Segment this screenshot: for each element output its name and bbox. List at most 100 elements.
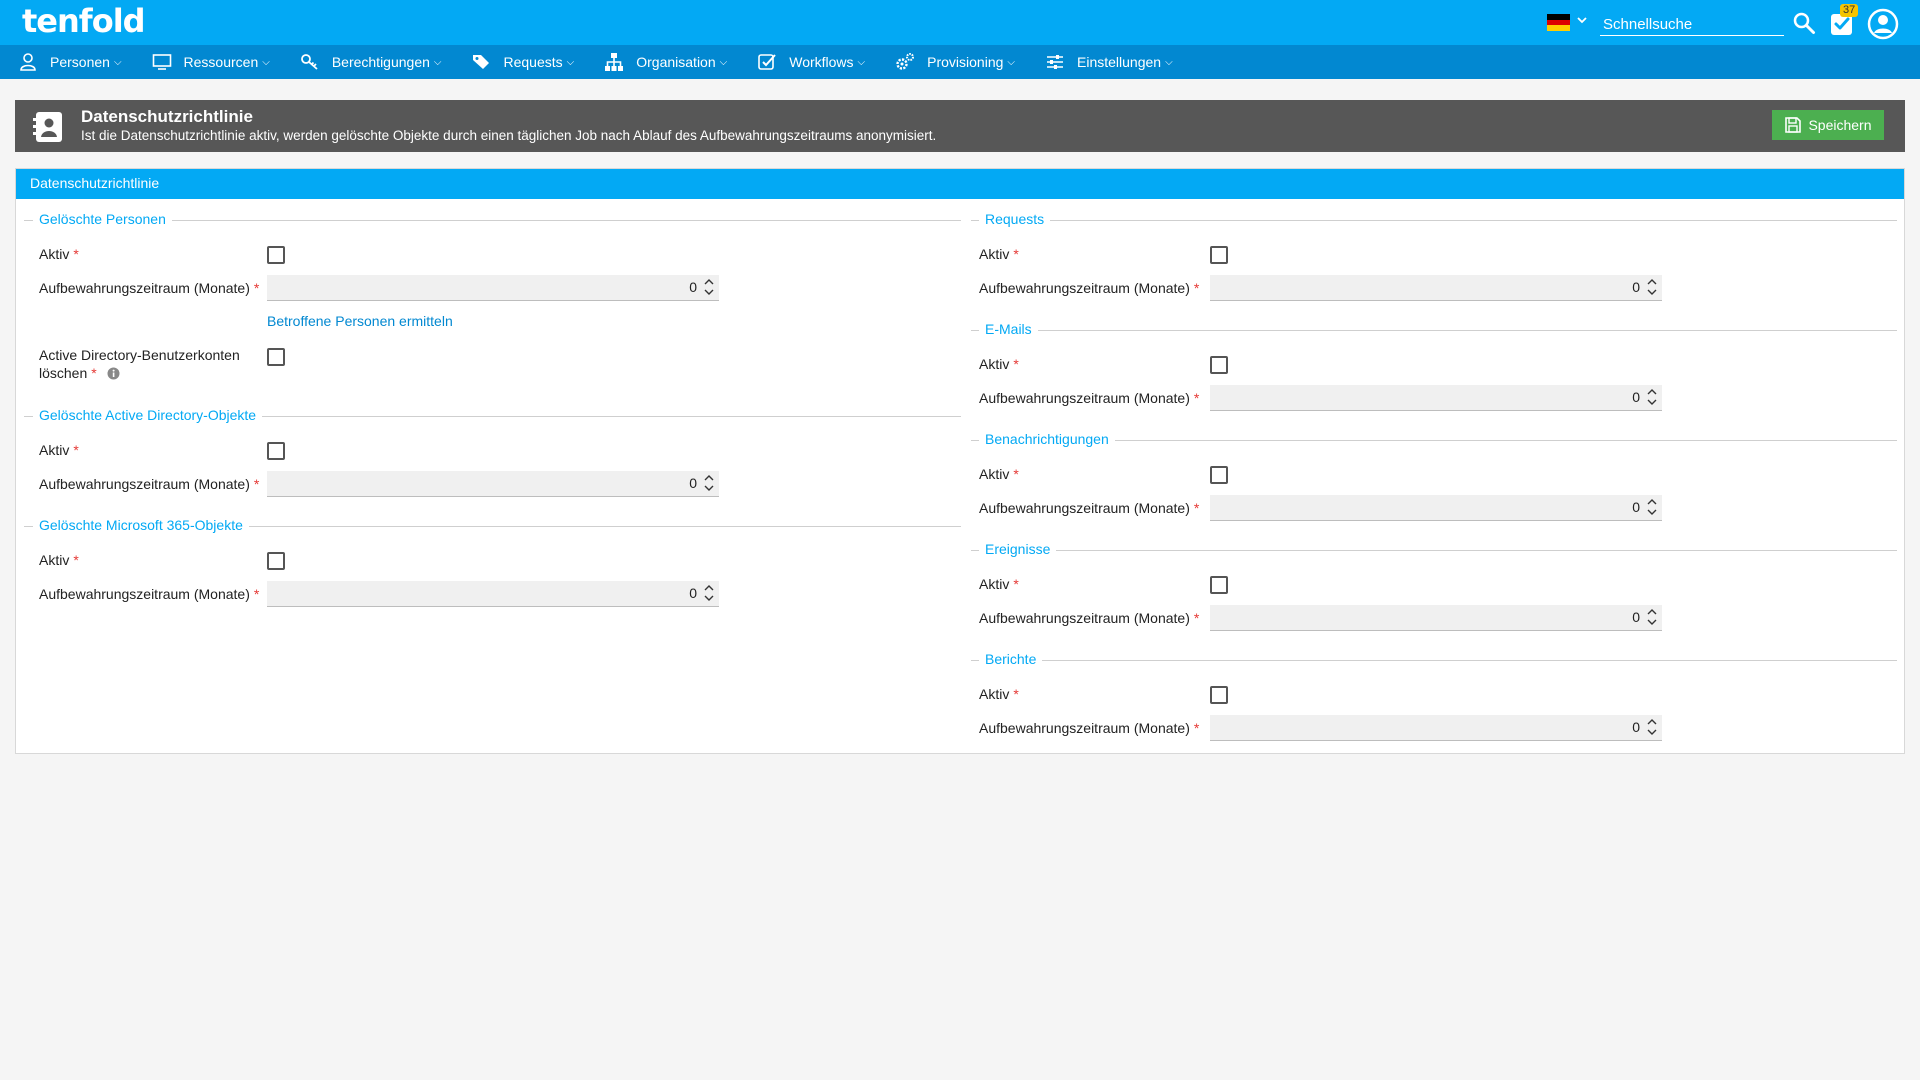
quick-search-input[interactable] [1600, 14, 1784, 36]
nav-item-label: Berechtigungen [331, 54, 430, 70]
nav-item-einstellungen[interactable]: Einstellungen ⌵ [1045, 52, 1173, 72]
chevron-down-icon: ⌵ [262, 56, 270, 68]
nav-item-label: Personen [50, 54, 110, 70]
requests-active-label: Aktiv * [979, 246, 1019, 262]
key-icon [300, 54, 318, 70]
nav-item-organisation[interactable]: Organisation ⌵ [604, 52, 727, 72]
privacy-policy-form: Datenschutzrichtlinie Gelöschte Personen… [15, 168, 1905, 754]
org-chart-icon [605, 53, 624, 71]
section-title-deleted-m365: Gelöschte Microsoft 365-Objekte [33, 517, 249, 533]
nav-item-label: Provisioning [927, 54, 1004, 70]
section-divider [971, 330, 1897, 331]
spinner-arrows-icon[interactable] [1645, 386, 1659, 408]
save-icon [1785, 117, 1802, 133]
search-icon[interactable] [1792, 11, 1816, 35]
info-icon[interactable] [107, 367, 120, 380]
events-active-checkbox[interactable] [1210, 576, 1228, 594]
section-title-notifications: Benachrichtigungen [979, 431, 1115, 447]
spinner-arrows-icon[interactable] [1645, 276, 1659, 298]
chevron-down-icon: ⌵ [1007, 56, 1015, 68]
nav-item-requests[interactable]: Requests ⌵ [472, 52, 575, 72]
ad-delete-label: Active Directory-Benutzerkonten löschen * [39, 347, 240, 381]
main-navigation: Personen ⌵ Ressourcen ⌵ Berechtigungen ⌵… [0, 45, 1920, 79]
nav-item-workflows[interactable]: Workflows ⌵ [757, 52, 865, 72]
ad-retention-input[interactable]: 0 [267, 471, 719, 497]
save-button[interactable]: Speichern [1772, 110, 1884, 140]
ad-active-checkbox[interactable] [267, 442, 285, 460]
notifications-active-checkbox[interactable] [1210, 466, 1228, 484]
spinner-arrows-icon[interactable] [1645, 716, 1659, 738]
spinner-arrows-icon[interactable] [702, 276, 716, 298]
nav-item-provisioning[interactable]: Provisioning ⌵ [895, 52, 1015, 72]
nav-item-berechtigungen[interactable]: Berechtigungen ⌵ [300, 52, 442, 72]
emails-active-checkbox[interactable] [1210, 356, 1228, 374]
chevron-down-icon: ⌵ [566, 56, 575, 68]
chevron-down-icon: ⌵ [433, 56, 442, 68]
gears-icon [896, 53, 915, 70]
section-divider [971, 220, 1897, 221]
spinner-arrows-icon[interactable] [1645, 606, 1659, 628]
requests-retention-value: 0 [1632, 279, 1640, 295]
person-icon [20, 53, 36, 71]
spinner-arrows-icon[interactable] [1645, 496, 1659, 518]
section-title-deleted-persons: Gelöschte Personen [33, 211, 172, 227]
m365-retention-input[interactable]: 0 [267, 581, 719, 607]
spinner-arrows-icon[interactable] [702, 582, 716, 604]
ad-retention-value: 0 [689, 475, 697, 491]
persons-active-checkbox[interactable] [267, 246, 285, 264]
user-account-icon[interactable] [1867, 8, 1899, 40]
requests-retention-input[interactable]: 0 [1210, 275, 1662, 301]
nav-item-label: Organisation [636, 54, 716, 70]
events-retention-input[interactable]: 0 [1210, 605, 1662, 631]
affected-persons-link[interactable]: Betroffene Personen ermitteln [267, 313, 453, 329]
emails-active-label: Aktiv * [979, 356, 1019, 372]
notifications-retention-label: Aufbewahrungszeitraum (Monate) * [979, 500, 1200, 516]
emails-retention-input[interactable]: 0 [1210, 385, 1662, 411]
emails-retention-label: Aufbewahrungszeitraum (Monate) * [979, 390, 1200, 406]
persons-retention-input[interactable]: 0 [267, 275, 719, 301]
notifications-active-label: Aktiv * [979, 466, 1019, 482]
page-header: Datenschutzrichtlinie Ist die Datenschut… [15, 100, 1905, 152]
page-title: Datenschutzrichtlinie [81, 107, 253, 126]
privacy-policy-icon [33, 112, 62, 142]
nav-item-label: Workflows [789, 54, 854, 70]
nav-item-ressourcen[interactable]: Ressourcen ⌵ [152, 52, 270, 72]
persons-active-label: Aktiv * [39, 246, 79, 262]
notifications-retention-value: 0 [1632, 499, 1640, 515]
section-title-deleted-ad: Gelöschte Active Directory-Objekte [33, 407, 263, 423]
chevron-down-icon: ⌵ [1165, 56, 1173, 68]
requests-retention-label: Aufbewahrungszeitraum (Monate) * [979, 280, 1200, 296]
nav-item-label: Einstellungen [1077, 54, 1162, 70]
section-title-requests: Requests [979, 211, 1051, 227]
persons-retention-label: Aufbewahrungszeitraum (Monate) * [39, 280, 260, 296]
tags-icon [472, 55, 489, 69]
spinner-arrows-icon[interactable] [702, 472, 716, 494]
nav-item-label: Ressourcen [183, 54, 259, 70]
section-title-emails: E-Mails [979, 321, 1038, 337]
monitor-icon [152, 54, 171, 70]
m365-retention-label: Aufbewahrungszeitraum (Monate) * [39, 586, 260, 602]
language-chevron-down-icon[interactable] [1576, 14, 1588, 29]
reports-active-checkbox[interactable] [1210, 686, 1228, 704]
top-bar: tenfold 37 [0, 0, 1920, 45]
nav-item-label: Requests [503, 54, 563, 70]
german-flag-icon[interactable] [1547, 14, 1570, 32]
sliders-icon [1047, 55, 1063, 69]
notifications-retention-input[interactable]: 0 [1210, 495, 1662, 521]
reports-retention-label: Aufbewahrungszeitraum (Monate) * [979, 720, 1200, 736]
nav-item-personen[interactable]: Personen ⌵ [18, 52, 122, 72]
section-divider [971, 550, 1897, 551]
chevron-down-icon: ⌵ [719, 56, 728, 68]
m365-active-checkbox[interactable] [267, 552, 285, 570]
chevron-down-icon: ⌵ [113, 56, 122, 68]
section-title-events: Ereignisse [979, 541, 1057, 557]
checkbox-icon [758, 54, 776, 70]
ad-delete-checkbox[interactable] [267, 348, 285, 366]
tasks-count-badge: 37 [1840, 4, 1859, 17]
reports-retention-input[interactable]: 0 [1210, 715, 1662, 741]
requests-active-checkbox[interactable] [1210, 246, 1228, 264]
chevron-down-icon: ⌵ [857, 56, 866, 68]
tenfold-logo[interactable]: tenfold [22, 2, 146, 40]
reports-active-label: Aktiv * [979, 686, 1019, 702]
events-retention-label: Aufbewahrungszeitraum (Monate) * [979, 610, 1200, 626]
